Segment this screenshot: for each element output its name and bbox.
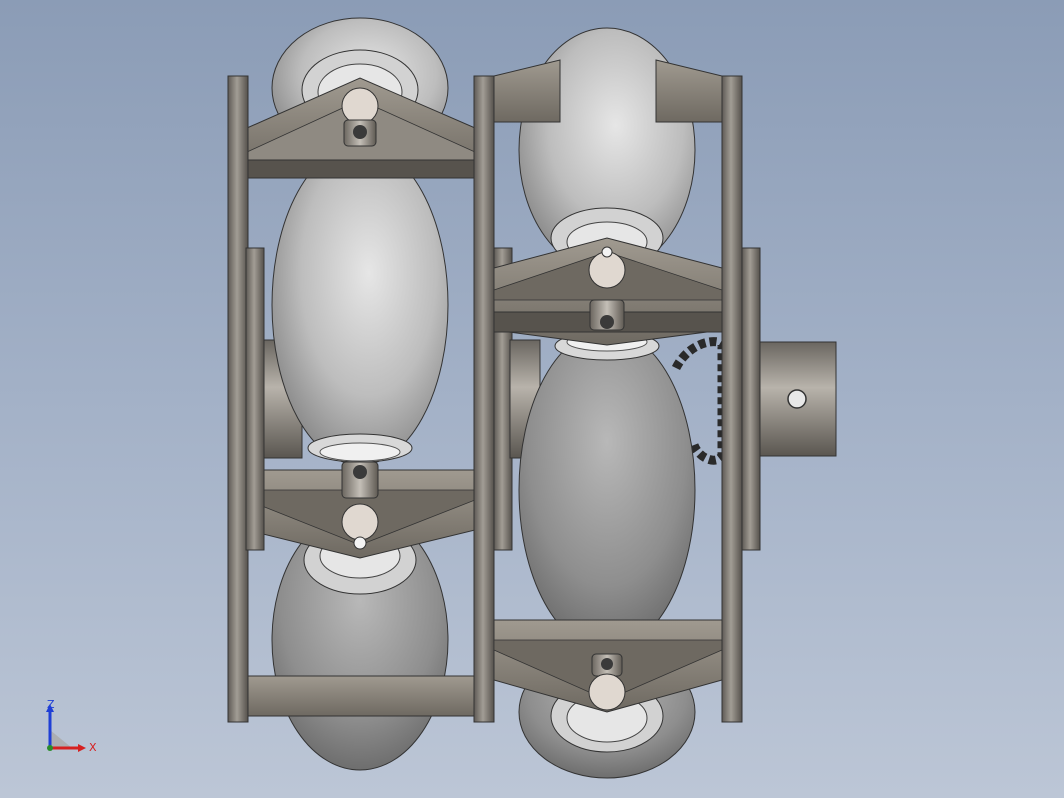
shaft-hole	[787, 389, 807, 409]
roller-center-right	[518, 329, 696, 651]
roller-center-left	[271, 144, 449, 466]
z-axis-label: Z	[47, 698, 55, 711]
left-inner-plate	[473, 75, 495, 723]
origin-dot	[47, 745, 53, 751]
triad-plane	[50, 730, 72, 748]
x-axis-label: X	[89, 741, 97, 754]
left-wheel-assembly	[227, 17, 513, 771]
left-outer-plate	[227, 75, 249, 723]
axis-triad: Z X	[46, 698, 97, 754]
cad-viewport[interactable]	[0, 0, 1064, 798]
x-axis-arrow	[78, 744, 86, 752]
right-outer-plate	[721, 75, 743, 723]
